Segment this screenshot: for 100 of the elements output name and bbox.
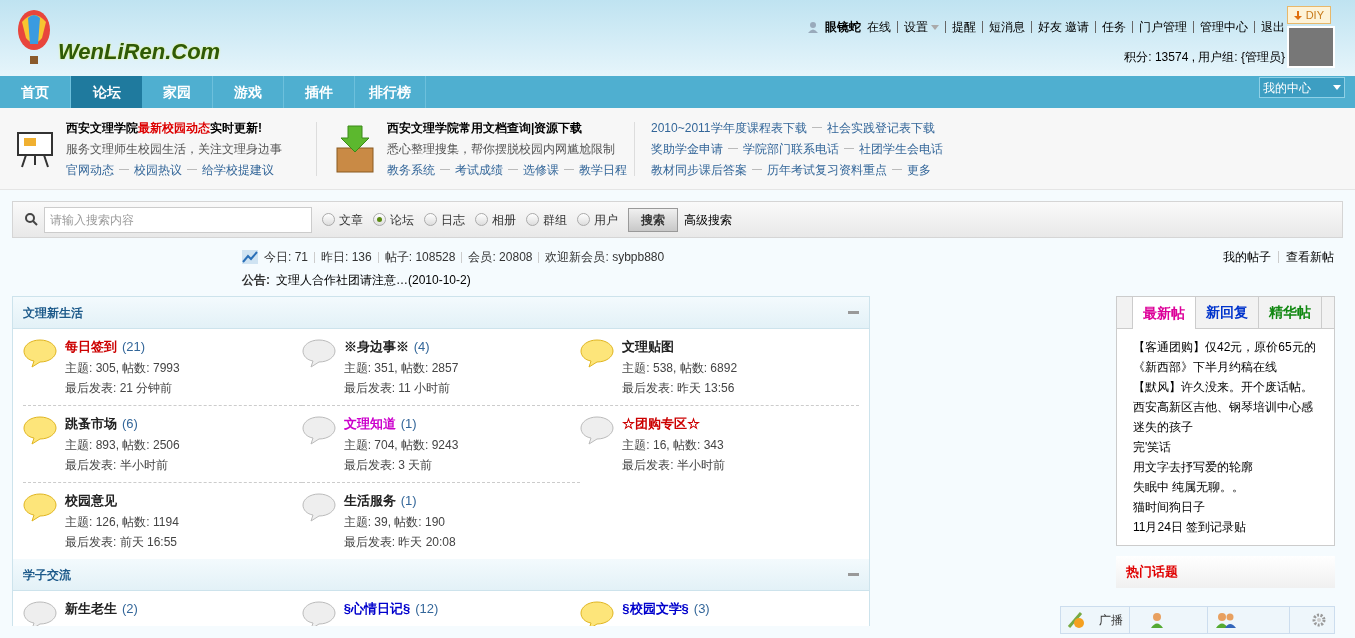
post-link[interactable]: 用文字去抒写爱的轮廓 (1133, 459, 1318, 475)
dropdown-caret-icon (1333, 85, 1341, 90)
board-name-link[interactable]: 每日签到 (65, 337, 117, 357)
board-counts: 主题: 538, 帖数: 6892 (622, 359, 738, 377)
board-name-link[interactable]: §校园文学§ (622, 599, 689, 619)
board-name-link[interactable]: 新生老生 (65, 599, 117, 619)
header-link[interactable]: 短消息 (988, 18, 1025, 36)
forum-stat: 今日: 71 (264, 249, 308, 266)
down-arrow-icon (1293, 10, 1302, 20)
board-counts: 主题: 351, 帖数: 2857 (343, 359, 459, 377)
search-scope-radio[interactable]: 用户 (577, 210, 618, 229)
post-link[interactable]: 《新西部》下半月约稿在线 (1133, 359, 1318, 375)
notice-label: 公告: (242, 272, 270, 289)
header-link[interactable]: 任务 (1102, 18, 1126, 36)
today-count: (21) (122, 338, 146, 356)
board-name-link[interactable]: 跳蚤市场 (65, 414, 117, 434)
resource-link[interactable]: 2010~2011学年度课程表下载 (651, 118, 807, 137)
promo-link[interactable]: 给学校提建议 (202, 160, 274, 179)
last-post-link[interactable]: 最后发表: 半小时前 (622, 455, 725, 474)
forum-stat: 欢迎新会员: sybpb880 (545, 249, 665, 266)
nav-tab[interactable]: 论坛 (71, 76, 142, 108)
username-link[interactable]: 眼镜蛇 (824, 18, 861, 36)
post-link[interactable]: 迷失的孩子 (1133, 419, 1318, 435)
board-counts: 主题: 39, 帖数: 190 (343, 513, 447, 531)
post-link[interactable]: 失眠中 纯属无聊。。 (1133, 479, 1318, 495)
promo-title: 西安文理学院常用文档查询|资源下载 (387, 119, 584, 137)
notice-link[interactable]: 文理人合作社团请注意…(2010-10-2) (276, 271, 471, 289)
last-post-link[interactable]: 最后发表: 11 小时前 (343, 378, 459, 397)
header-link[interactable]: 门户管理 (1139, 18, 1187, 36)
board-name-link[interactable]: 生活服务 (343, 491, 396, 511)
online-status: 在线 (866, 19, 891, 36)
search-scope-radio[interactable]: 论坛 (373, 210, 414, 229)
promo-title: 西安文理学院最新校园动态实时更新! (66, 119, 263, 137)
search-scope-radio[interactable]: 群组 (526, 210, 567, 229)
header-link[interactable]: 退出 (1261, 18, 1285, 36)
post-link[interactable]: 西安高新区吉他、钢琴培训中心感 (1133, 399, 1318, 415)
resource-link[interactable]: 教材同步课后答案 (651, 160, 747, 179)
section-title: 热门话题 (1126, 563, 1178, 582)
search-scope-radio[interactable]: 相册 (475, 210, 516, 229)
last-post-link[interactable]: 最后发表: 3 天前 (343, 455, 459, 474)
last-post-link[interactable]: 最后发表: 前天 16:55 (65, 532, 179, 551)
post-link[interactable]: 猫时间狗日子 (1133, 499, 1318, 515)
board-name-link[interactable]: ☆团购专区☆ (622, 414, 701, 434)
board-name-link[interactable]: 文理贴图 (622, 337, 675, 357)
board-counts: 主题: 704, 帖数: 9243 (343, 436, 459, 454)
avatar-photo-placeholder[interactable] (1287, 26, 1335, 68)
today-count: (4) (413, 338, 430, 356)
today-count: (3) (693, 600, 710, 618)
resource-link[interactable]: 奖助学金申请 (651, 139, 723, 158)
post-link[interactable]: 11月24日 签到记录贴 (1133, 519, 1318, 535)
today-count: (1) (400, 415, 417, 433)
header-link[interactable]: 管理中心 (1200, 18, 1248, 36)
post-link[interactable]: 【客通团购】仅42元，原价65元的 (1133, 339, 1318, 355)
board-counts: 主题: 16, 帖数: 343 (622, 436, 725, 454)
resource-link[interactable]: 社会实践登记表下载 (826, 118, 935, 137)
site-logo[interactable]: WenLiRen.Com (58, 35, 221, 68)
promo-link[interactable]: 校园热议 (134, 160, 182, 179)
header-link[interactable]: 提醒 (951, 18, 976, 36)
resource-link[interactable]: 学院部门联系电话 (743, 139, 839, 158)
advanced-search-link[interactable]: 高级搜索 (684, 210, 732, 229)
search-field[interactable]: 请输入搜索内容 (44, 206, 312, 233)
user-icon (806, 21, 819, 33)
resource-link[interactable]: 历年考试复习资料重点 (767, 160, 887, 179)
board-counts: 主题: 305, 帖数: 7993 (65, 359, 180, 377)
board-name-link[interactable]: ※身边事※ (343, 337, 409, 357)
broadcast-icon (1067, 611, 1087, 629)
promo-link[interactable]: 教学日程 (579, 160, 627, 179)
last-post-link[interactable]: 最后发表: 昨天 13:56 (622, 378, 738, 397)
board-name-link[interactable]: 校园意见 (65, 491, 117, 511)
search-scope-radio[interactable]: 日志 (424, 210, 465, 229)
last-post-link[interactable]: 最后发表: 昨天 20:08 (343, 532, 456, 551)
promo-subtitle: 服务文理师生校园生活，关注文理身边事 (66, 140, 282, 158)
forum-stat: 帖子: 108528 (384, 249, 456, 266)
resource-link[interactable]: 更多 (907, 160, 931, 179)
header-link[interactable]: 设置 (903, 18, 939, 36)
last-post-link[interactable]: 最后发表: 半小时前 (65, 455, 180, 474)
sidebar-tab[interactable]: 最新帖 (1132, 297, 1196, 329)
people-icon (1216, 612, 1236, 628)
promo-link[interactable]: 教务系统 (387, 160, 435, 179)
category-title[interactable]: 文理新生活 (23, 303, 83, 322)
board-name-link[interactable]: §心情日记§ (343, 599, 411, 619)
last-post-link[interactable]: 最后发表: 21 分钟前 (65, 378, 180, 397)
settings-icon (1311, 612, 1327, 628)
post-link[interactable]: 【默风】许久没来。开个废话帖。 (1133, 379, 1318, 395)
quick-link[interactable]: 查看新帖 (1286, 248, 1334, 266)
promo-link[interactable]: 官网动态 (66, 160, 114, 179)
search-scope-radio[interactable]: 文章 (322, 210, 363, 229)
today-count: (12) (415, 600, 439, 618)
promo-link[interactable]: 选修课 (523, 160, 559, 179)
header-link[interactable]: 好友 邀请 (1037, 18, 1089, 36)
board-counts: 主题: 893, 帖数: 2506 (65, 436, 180, 454)
forum-stat: 会员: 20808 (468, 249, 533, 266)
post-link[interactable]: 完'笑话 (1133, 439, 1318, 455)
category-title[interactable]: 学子交流 (23, 565, 71, 584)
search-button[interactable]: 搜索 (628, 207, 678, 232)
resource-link[interactable]: 社团学生会电话 (859, 139, 943, 158)
board-name-link[interactable]: 文理知道 (343, 414, 396, 434)
today-count: (6) (122, 415, 138, 433)
quick-link[interactable]: 我的帖子 (1223, 248, 1271, 266)
promo-link[interactable]: 考试成绩 (455, 160, 503, 179)
